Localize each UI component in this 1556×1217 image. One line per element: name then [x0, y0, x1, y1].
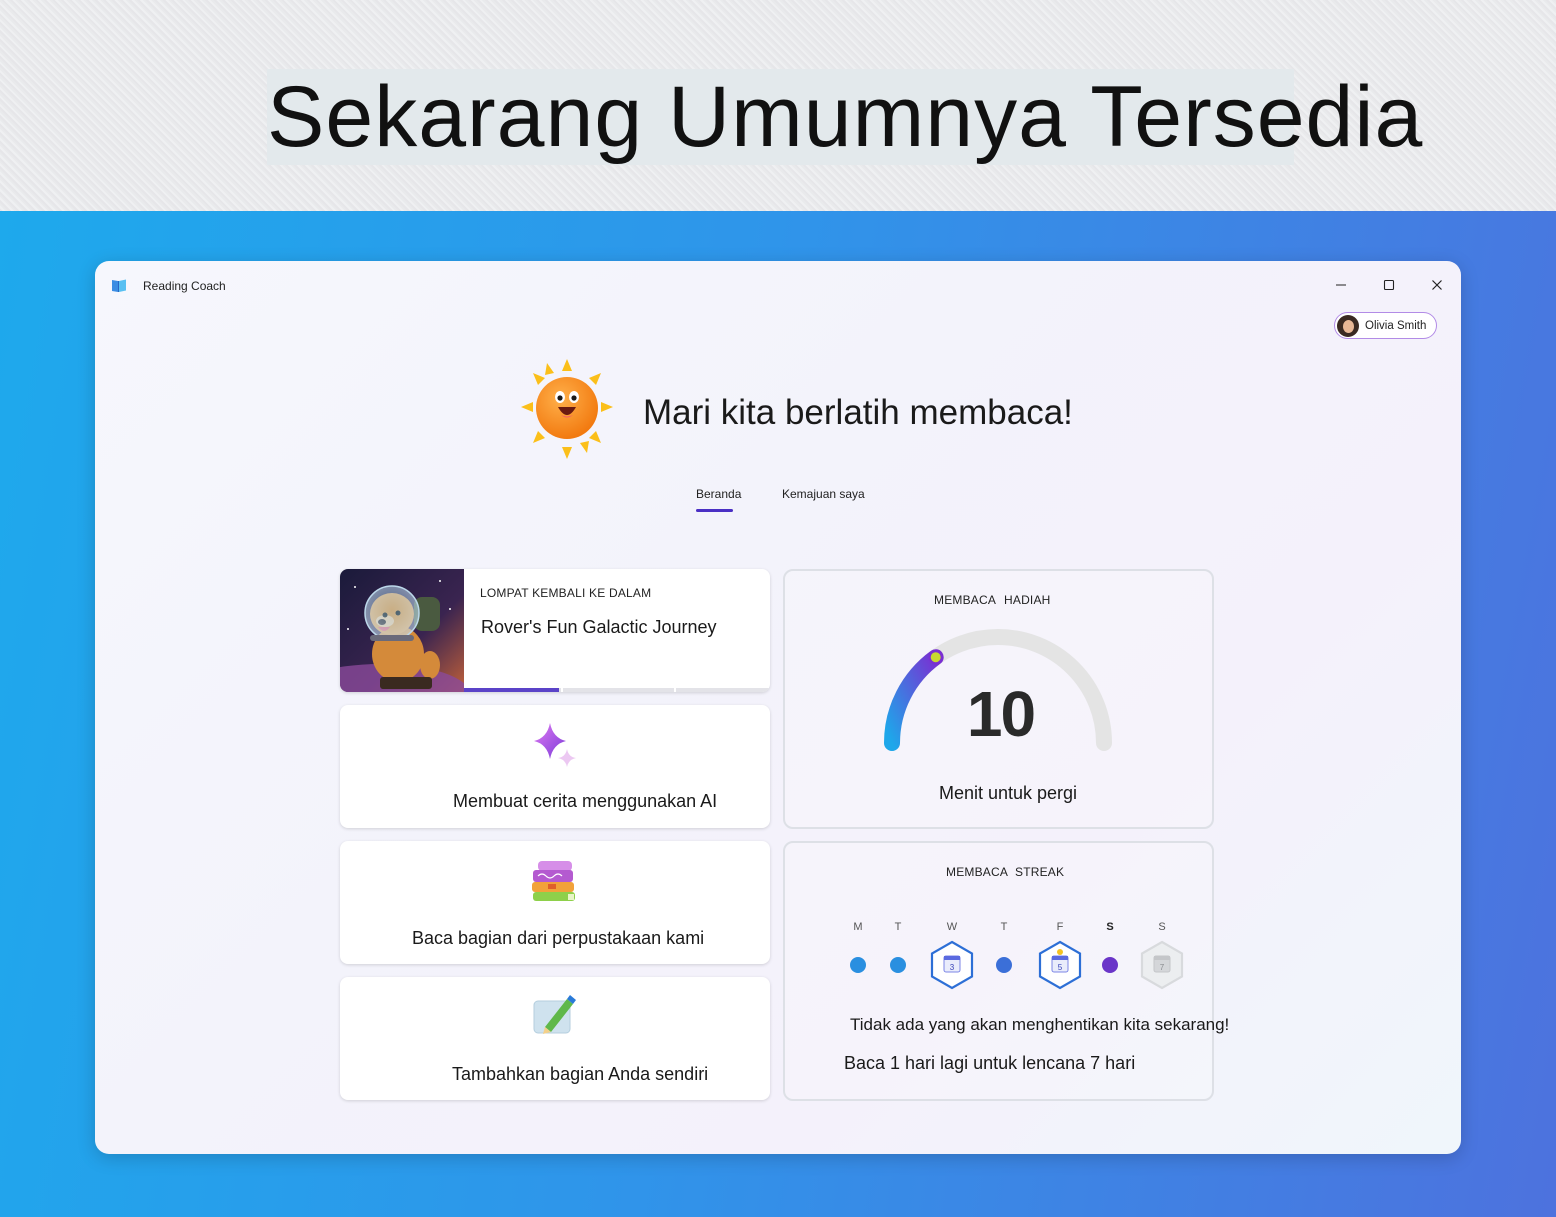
ai-story-label: Membuat cerita menggunakan AI — [453, 791, 718, 811]
streak-badge-number: 3 — [950, 963, 955, 972]
resume-story-card[interactable]: LOMPAT KEMBALI KE DALAM Rover's Fun Gala… — [340, 569, 770, 692]
maximize-button[interactable] — [1374, 273, 1404, 297]
story-progress-track — [464, 688, 770, 692]
profile-button[interactable]: Olivia Smith — [1334, 312, 1437, 339]
library-label: Baca bagian dari perpustakaan kami — [412, 928, 705, 948]
reward-caption: Menit untuk pergi — [938, 783, 1078, 803]
add-own-passage-card[interactable]: Tambahkan bagian Anda sendiri — [340, 977, 770, 1100]
story-progress-fill — [464, 688, 559, 692]
reward-heading-right: HADIAH — [1004, 593, 1051, 607]
maximize-icon — [1383, 279, 1395, 291]
reward-heading-left: MEMBACA — [934, 593, 997, 607]
streak-day-label: T — [894, 921, 902, 933]
avatar — [1337, 314, 1359, 337]
app-window: Reading Coach Olivia Smith Mari kita ber… — [95, 261, 1461, 1154]
streak-day-label: S — [1106, 921, 1114, 933]
library-card[interactable]: Baca bagian dari perpustakaan kami — [340, 841, 770, 964]
own-passage-label: Tambahkan bagian Anda sendiri — [452, 1064, 709, 1084]
books-icon — [532, 861, 575, 901]
streak-heading-left: MEMBACA — [946, 865, 1009, 879]
resume-story-title: Rover's Fun Galactic Journey — [481, 617, 717, 637]
streak-heading-right: STREAK — [1015, 865, 1065, 879]
streak-day-label: F — [1056, 921, 1064, 933]
minimize-button[interactable] — [1326, 273, 1356, 297]
reading-coach-logo-icon — [112, 279, 126, 292]
streak-badge-icon: 3 — [930, 940, 974, 990]
streak-badge-number: 7 — [1160, 963, 1165, 972]
page-headline: Mari kita berlatih membaca! — [643, 393, 1073, 432]
streak-day-dot — [850, 957, 866, 973]
streak-badge-number: 5 — [1058, 963, 1063, 972]
tab-beranda[interactable]: Beranda — [696, 487, 741, 501]
streak-message: Tidak ada yang akan menghentikan kita se… — [850, 1015, 1230, 1034]
banner-title: Sekarang Umumnya Tersedia — [267, 69, 1424, 165]
streak-day-label: T — [1000, 921, 1008, 933]
streak-hint: Baca 1 hari lagi untuk lencana 7 hari — [844, 1053, 1136, 1073]
reading-streak-panel: MEMBACA STREAK M T W 3 T F 5 S S 7 Tidak ada yang… — [783, 841, 1229, 1101]
streak-day-dot — [1102, 957, 1118, 973]
active-tab-indicator — [696, 509, 733, 512]
sparkle-icon — [534, 723, 576, 767]
resume-eyebrow: LOMPAT KEMBALI KE DALAM — [480, 586, 652, 600]
streak-day-label: S — [1158, 921, 1166, 933]
profile-name: Olivia Smith — [1365, 319, 1427, 332]
streak-day-label: W — [946, 921, 958, 933]
story-thumbnail-dog-astronaut-icon — [340, 569, 464, 692]
streak-badge-locked-icon: 7 — [1140, 940, 1184, 990]
window-title: Reading Coach — [143, 279, 226, 293]
streak-day-dot — [996, 957, 1012, 973]
create-ai-story-card[interactable]: Membuat cerita menggunakan AI — [340, 705, 770, 828]
streak-badge-icon: 5 — [1038, 940, 1082, 990]
pen-paper-icon — [533, 995, 576, 1034]
streak-day-label: M — [853, 921, 863, 933]
sun-mascot-icon — [521, 359, 613, 459]
close-icon — [1432, 280, 1442, 290]
announcement-banner: Sekarang Umumnya Tersedia — [0, 0, 1556, 211]
close-button[interactable] — [1422, 273, 1452, 297]
reward-minutes-value: 10 — [966, 678, 1036, 750]
gauge-marker — [928, 650, 943, 665]
minimize-icon — [1336, 284, 1346, 286]
streak-day-dot — [890, 957, 906, 973]
tab-kemajuan-saya[interactable]: Kemajuan saya — [782, 487, 865, 501]
reading-reward-panel: MEMBACA HADIAH 10 Menit untuk pergi — [783, 569, 1214, 829]
